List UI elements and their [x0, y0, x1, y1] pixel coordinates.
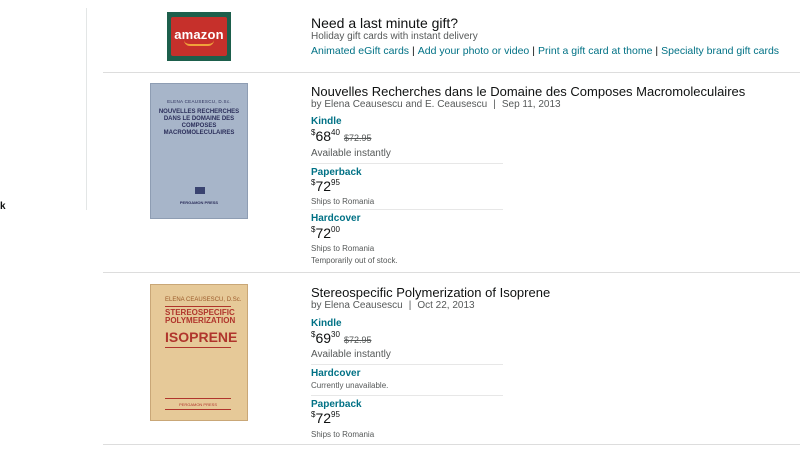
cover-rule — [165, 347, 231, 348]
price-whole: 72 — [315, 225, 332, 241]
print-gift-card-link[interactable]: Print a gift card at thome — [538, 45, 652, 57]
price-fraction: 95 — [331, 178, 340, 187]
cover-author: ELENA CEAUSESCU, D.Sc. — [165, 297, 242, 303]
availability-note: Available instantly — [311, 349, 391, 360]
add-photo-video-link[interactable]: Add your photo or video — [418, 45, 530, 57]
product-byline: by Elena Ceausescu | Oct 22, 2013 — [311, 300, 475, 311]
price-whole: 72 — [315, 410, 332, 426]
product-byline: by Elena Ceausescu and E. Ceausescu | Sep … — [311, 99, 561, 110]
format-divider — [311, 395, 503, 396]
gift-links: Animated eGift cards | Add your photo or v… — [311, 45, 779, 57]
list-price: $72.95 — [343, 133, 372, 143]
price-fraction: 00 — [331, 225, 340, 234]
publisher-logo-icon — [195, 187, 205, 194]
hardcover-price[interactable]: $7200 — [311, 225, 340, 241]
left-column-divider — [86, 8, 87, 210]
format-kindle-link[interactable]: Kindle — [311, 318, 342, 329]
book-cover-isoprene[interactable]: ELENA CEAUSESCU, D.Sc. STEREOSPECIFIC PO… — [150, 284, 248, 421]
row-divider — [103, 444, 800, 445]
link-separator: | — [532, 45, 536, 57]
amazon-logo-text: amazon — [174, 26, 224, 42]
publish-date: Sep 11, 2013 — [501, 99, 561, 110]
cover-publisher: PERGAMON PRESS — [179, 200, 219, 205]
cover-rule — [165, 306, 231, 307]
price-fraction: 95 — [331, 410, 340, 419]
cover-title: NOUVELLES RECHERCHES DANS LE DOMAINE DES… — [158, 109, 240, 136]
row-divider — [103, 72, 800, 73]
list-price: $72.95 — [343, 335, 372, 345]
amazon-logo: amazon — [171, 17, 227, 56]
price-fraction: 40 — [331, 128, 340, 137]
cover-rule — [165, 398, 231, 399]
stock-note: Temporarily out of stock. — [311, 256, 398, 265]
gift-promo-title: Need a last minute gift? — [311, 15, 459, 31]
cover-rule — [165, 409, 231, 410]
price-whole: 69 — [315, 330, 332, 346]
sidebar-truncated-label: k — [0, 201, 6, 212]
format-divider — [311, 364, 503, 365]
format-divider — [311, 209, 503, 210]
byline-separator: | — [408, 300, 412, 311]
format-paperback-link[interactable]: Paperback — [311, 399, 362, 410]
kindle-price[interactable]: $6930$72.95 — [311, 330, 371, 346]
book-cover-nouvelles-recherches[interactable]: ELENA CEAUSESCU, D.Sc. NOUVELLES RECHERC… — [150, 83, 248, 219]
cover-title-small: STEREOSPECIFIC POLYMERIZATION — [165, 308, 236, 325]
shipping-note: Ships to Romania — [311, 244, 375, 253]
format-hardcover-link[interactable]: Hardcover — [311, 368, 360, 379]
price-fraction: 30 — [331, 330, 340, 339]
amazon-smile-icon — [184, 40, 214, 46]
availability-note: Available instantly — [311, 148, 391, 159]
format-hardcover-link[interactable]: Hardcover — [311, 213, 360, 224]
cover-author: ELENA CEAUSESCU, D.Sc. — [167, 99, 231, 104]
row-divider — [103, 272, 800, 273]
paperback-price[interactable]: $7295 — [311, 410, 340, 426]
amazon-gift-card-image[interactable]: amazon — [167, 12, 231, 61]
animated-egift-link[interactable]: Animated eGift cards — [311, 45, 409, 57]
author-text: by Elena Ceausescu and E. Ceausescu — [311, 99, 488, 110]
shipping-note: Ships to Romania — [311, 197, 375, 206]
cover-publisher: PERGAMON PRESS — [178, 402, 217, 407]
cover-title-large: ISOPRENE — [165, 329, 238, 345]
format-divider — [311, 163, 503, 164]
publish-date: Oct 22, 2013 — [417, 300, 475, 311]
shipping-note: Ships to Romania — [311, 430, 375, 439]
paperback-price[interactable]: $7295 — [311, 178, 340, 194]
kindle-price[interactable]: $6840$72.95 — [311, 128, 371, 144]
format-kindle-link[interactable]: Kindle — [311, 116, 342, 127]
link-separator: | — [412, 45, 415, 57]
product-title[interactable]: Nouvelles Recherches dans le Domaine des… — [311, 84, 745, 99]
price-whole: 72 — [315, 178, 332, 194]
author-text: by Elena Ceausescu — [311, 300, 403, 311]
format-paperback-link[interactable]: Paperback — [311, 167, 362, 178]
byline-separator: | — [493, 99, 496, 110]
stock-note: Currently unavailable. — [311, 381, 389, 390]
price-whole: 68 — [315, 128, 332, 144]
product-title[interactable]: Stereospecific Polymerization of Isopren… — [311, 285, 550, 300]
specialty-brand-link[interactable]: Specialty brand gift cards — [661, 45, 779, 57]
link-separator: | — [655, 45, 659, 57]
gift-promo-subtitle: Holiday gift cards with instant delivery — [311, 31, 478, 42]
